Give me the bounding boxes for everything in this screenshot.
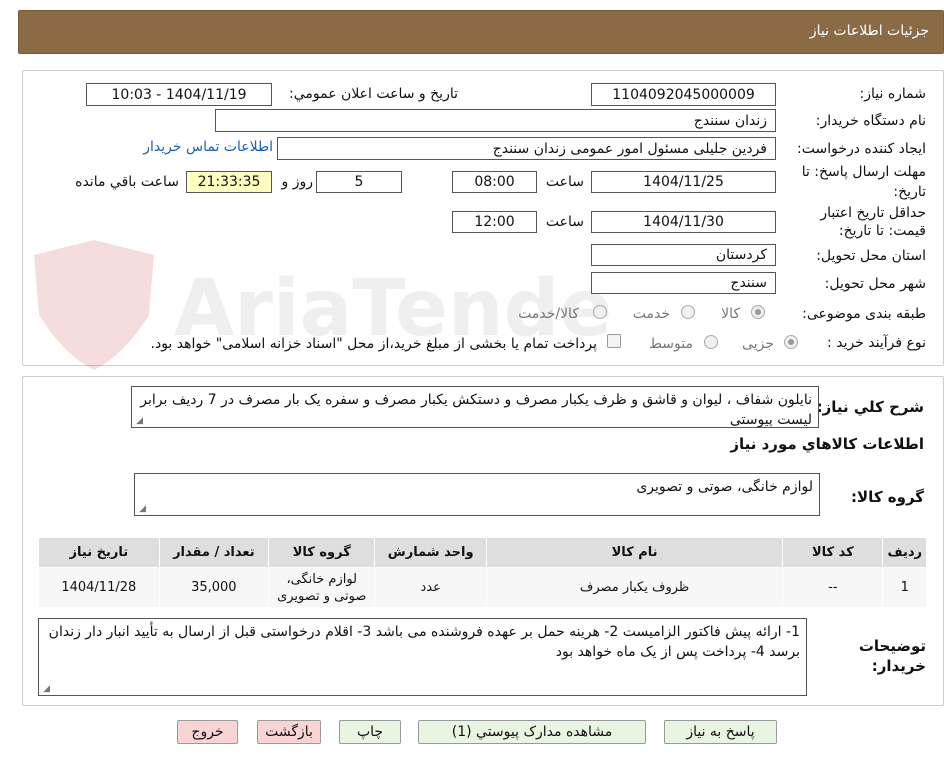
col-need-date: تاريخ نياز xyxy=(38,537,160,568)
category-option-goods: کالا xyxy=(721,306,740,322)
page-header: جزئیات اطلاعات نیاز xyxy=(18,10,944,54)
cell-goods-name: ظروف یکبار مصرف xyxy=(485,567,784,608)
creator-label: ايجاد کننده درخواست: xyxy=(797,141,926,157)
col-goods-code: کد کالا xyxy=(782,537,884,568)
deadline-label-line1: مهلت ارسال پاسخ: تا xyxy=(801,164,926,180)
buyer-notes-label-line1: توضيحات xyxy=(858,637,926,655)
category-label: طبقه بندی موضوعی: xyxy=(802,306,926,322)
category-radio-goods-service[interactable] xyxy=(593,305,607,319)
cell-unit: عدد xyxy=(374,567,487,608)
col-quantity: تعداد / مقدار xyxy=(158,537,270,568)
days-label: روز و xyxy=(281,174,314,190)
category-radio-goods[interactable] xyxy=(751,305,765,319)
process-radio-minor[interactable] xyxy=(784,335,798,349)
goods-table: رديف کد کالا نام کالا واحد شمارش گروه کا… xyxy=(38,537,927,608)
goods-table-header-row: رديف کد کالا نام کالا واحد شمارش گروه کا… xyxy=(38,537,927,568)
category-option-service: خدمت xyxy=(632,306,670,322)
page-title: جزئیات اطلاعات نیاز xyxy=(809,23,929,39)
buyer-org-field[interactable]: زندان سنندج xyxy=(215,109,776,132)
exit-button[interactable]: خروج xyxy=(177,720,238,744)
creator-field[interactable]: فردین جلیلی مسئول امور عمومی زندان سنندج xyxy=(277,137,776,160)
validity-time-label: ساعت xyxy=(545,214,584,230)
resize-handle-icon[interactable]: ◢ xyxy=(42,685,50,694)
table-row: 1 -- ظروف یکبار مصرف عدد لوازم خانگی، صو… xyxy=(38,567,927,608)
category-option-goods-service: کالا/خدمت xyxy=(518,306,579,322)
announce-datetime-field[interactable]: 1404/11/19 - 10:03 xyxy=(86,83,272,106)
city-label: شهر محل تحويل: xyxy=(824,276,926,292)
back-button[interactable]: بازگشت xyxy=(257,720,321,744)
col-row-number: رديف xyxy=(882,537,927,568)
remaining-days-field[interactable]: 5 xyxy=(316,171,402,193)
province-field[interactable]: کردستان xyxy=(591,244,776,266)
goods-group-textarea[interactable]: لوازم خانگی، صوتی و تصویری ◢ xyxy=(134,473,820,516)
cell-goods-group: لوازم خانگی، صوتی و تصویری xyxy=(268,567,376,608)
goods-group-label: گروه کالا: xyxy=(851,488,924,506)
process-type-label: نوع فرآيند خريد : xyxy=(827,335,926,351)
cell-quantity: 35,000 xyxy=(158,567,270,608)
goods-group-text: لوازم خانگی، صوتی و تصویری xyxy=(636,479,813,495)
col-goods-name: نام کالا xyxy=(485,537,784,568)
province-label: استان محل تحويل: xyxy=(816,248,926,264)
col-goods-group: گروه کالا xyxy=(268,537,376,568)
cell-goods-code: -- xyxy=(782,567,884,608)
print-button[interactable]: چاپ xyxy=(339,720,401,744)
announce-datetime-label: تاریخ و ساعت اعلان عمومي: xyxy=(289,86,458,102)
buyer-contact-link[interactable]: اطلاعات تماس خريدار xyxy=(143,139,273,155)
validity-label-line2: قيمت: تا تاريخ: xyxy=(838,223,926,239)
process-radio-medium[interactable] xyxy=(704,335,718,349)
cell-need-date: 1404/11/28 xyxy=(38,567,160,608)
treasury-payment-checkbox[interactable] xyxy=(607,334,621,348)
col-unit: واحد شمارش xyxy=(374,537,487,568)
summary-textarea[interactable]: نایلون شفاف ، لیوان و قاشق و ظرف یکبار م… xyxy=(131,386,819,428)
process-option-medium: متوسط xyxy=(649,336,693,352)
deadline-time-label: ساعت xyxy=(545,174,584,190)
remaining-time-label: ساعت باقي مانده xyxy=(75,174,179,190)
cell-row-number: 1 xyxy=(882,567,927,608)
category-radio-service[interactable] xyxy=(681,305,695,319)
reply-to-need-button[interactable]: پاسخ به نياز xyxy=(664,720,777,744)
summary-title: شرح کلي نياز: xyxy=(816,398,924,416)
deadline-label-line2: تاريخ: xyxy=(893,184,926,200)
buyer-notes-label-line2: خريدار: xyxy=(871,657,926,675)
goods-section-title: اطلاعات کالاهاي مورد نياز xyxy=(730,435,924,453)
buyer-notes-text: 1- ارائه پیش فاکتور الزامیست 2- هرینه حم… xyxy=(48,624,800,660)
validity-time-field[interactable]: 12:00 xyxy=(452,211,537,233)
validity-date-field[interactable]: 1404/11/30 xyxy=(591,211,776,233)
resize-handle-icon[interactable]: ◢ xyxy=(135,417,143,426)
remaining-time-clock: 21:33:35 xyxy=(186,171,272,193)
buyer-org-label: نام دستگاه خريدار: xyxy=(815,113,926,129)
treasury-payment-note: پرداخت تمام يا بخشی از مبلغ خريد،از محل … xyxy=(150,336,597,352)
need-number-label: شماره نیاز: xyxy=(859,86,927,102)
view-attachments-button[interactable]: مشاهده مدارک پيوستي (1) xyxy=(418,720,646,744)
summary-text: نایلون شفاف ، لیوان و قاشق و ظرف یکبار م… xyxy=(140,392,812,428)
need-number-field[interactable]: 1104092045000009 xyxy=(591,83,776,106)
city-field[interactable]: سنندج xyxy=(591,272,776,294)
resize-handle-icon[interactable]: ◢ xyxy=(138,505,146,514)
process-option-minor: جزیی xyxy=(742,336,774,352)
deadline-date-field[interactable]: 1404/11/25 xyxy=(591,171,776,193)
buyer-notes-textarea[interactable]: 1- ارائه پیش فاکتور الزامیست 2- هرینه حم… xyxy=(38,618,807,696)
deadline-time-field[interactable]: 08:00 xyxy=(452,171,537,193)
validity-label-line1: حداقل تاريخ اعتبار xyxy=(820,205,926,221)
